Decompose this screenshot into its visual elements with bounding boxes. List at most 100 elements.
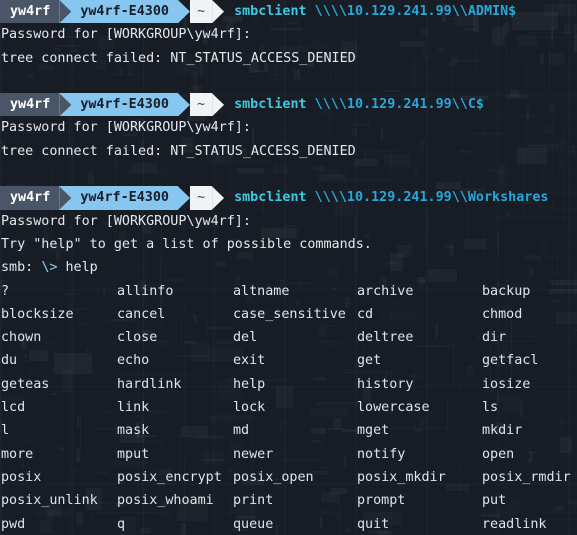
help-command-echo: echo — [117, 353, 150, 369]
help-command-history: history — [357, 376, 414, 392]
help-command-mget: mget — [357, 423, 390, 439]
prompt-separator-3 — [212, 0, 225, 24]
shell-prompt-line: yw4rf yw4rf-E4300 ~ smbclient \\\\10.129.24… — [0, 186, 577, 210]
help-command-pwd: pwd — [1, 516, 26, 532]
help-command-du: du — [1, 353, 18, 369]
help-command-del: del — [233, 330, 258, 346]
terminal-screen[interactable]: yw4rf yw4rf-E4300 ~ smbclient \\\\10.129.24… — [0, 0, 577, 535]
prompt-separator-3 — [212, 93, 225, 117]
prompt-user-segment: yw4rf — [0, 0, 60, 24]
help-command-row: ? allinfo altname archive backup — [0, 280, 577, 303]
terminal-window[interactable]: yw4rf yw4rf-E4300 ~ smbclient \\\\10.129.24… — [0, 0, 577, 535]
help-command-quit: quit — [357, 516, 390, 532]
help-command-print: print — [233, 493, 274, 509]
help-command-dir: dir — [482, 330, 507, 346]
prompt-user-segment: yw4rf — [0, 93, 60, 117]
help-command-: ? — [1, 283, 10, 299]
help-command-cd: cd — [357, 306, 374, 322]
help-command-md: md — [233, 423, 250, 439]
command-name: smbclient — [234, 97, 307, 113]
help-command-posix_mkdir: posix_mkdir — [357, 469, 446, 485]
help-command-getfacl: getfacl — [482, 353, 539, 369]
help-command-deltree: deltree — [357, 330, 414, 346]
shell-command-2: smbclient \\\\10.129.241.99\\Workshares — [224, 186, 548, 209]
smb-typed-command: help — [57, 260, 98, 276]
help-command-posix_unlink: posix_unlink — [1, 493, 98, 509]
help-command-posix_encrypt: posix_encrypt — [117, 469, 222, 485]
prompt-separator-3 — [212, 186, 225, 210]
shell-prompt-line: yw4rf yw4rf-E4300 ~ smbclient \\\\10.129.24… — [0, 93, 577, 117]
help-command-row: more mput newer notify open — [0, 443, 577, 466]
prompt-separator-1 — [59, 186, 72, 210]
help-command-q: q — [117, 516, 126, 532]
help-command-lcd: lcd — [1, 400, 26, 416]
help-command-newer: newer — [233, 446, 274, 462]
terminal-output-line: tree connect failed: NT_STATUS_ACCESS_DE… — [1, 143, 356, 159]
help-command-mask: mask — [117, 423, 150, 439]
help-command-row: du echo exit get getfacl — [0, 349, 577, 372]
help-command-cancel: cancel — [117, 306, 166, 322]
prompt-separator-2 — [178, 186, 190, 210]
help-command-archive: archive — [357, 283, 414, 299]
prompt-path-segment: ~ — [190, 186, 213, 210]
help-command-row: posix_unlink posix_whoami print prompt put — [0, 489, 577, 512]
help-command-queue: queue — [233, 516, 274, 532]
help-command-lowercase: lowercase — [357, 400, 430, 416]
help-command-row: chown close del deltree dir — [0, 326, 577, 349]
help-command-l: l — [1, 423, 10, 439]
help-command-link: link — [117, 400, 150, 416]
terminal-output-line: Try "help" to get a list of possible com… — [1, 236, 372, 252]
help-command-help: help — [233, 376, 266, 392]
help-command-more: more — [1, 446, 34, 462]
help-command-posix_whoami: posix_whoami — [117, 493, 214, 509]
help-command-iosize: iosize — [482, 376, 531, 392]
smb-prompt-help: smb: \> help — [0, 256, 577, 279]
prompt-host-segment: yw4rf-E4300 — [71, 186, 178, 210]
prompt-separator-2 — [178, 0, 190, 24]
terminal-output-line: Password for [WORKGROUP\yw4rf]: — [1, 213, 251, 229]
help-command-case_sensitive: case_sensitive — [233, 306, 346, 322]
shell-command-0: smbclient \\\\10.129.241.99\\ADMIN$ — [224, 0, 516, 23]
help-command-mkdir: mkdir — [482, 423, 523, 439]
command-args: \\\\10.129.241.99\\ADMIN$ — [306, 4, 517, 19]
smb-prompt-prefix: smb: — [1, 260, 42, 276]
help-command-notify: notify — [357, 446, 406, 462]
terminal-output-line: Password for [WORKGROUP\yw4rf]: — [1, 120, 251, 136]
help-command-open: open — [482, 446, 515, 462]
terminal-output-line: Password for [WORKGROUP\yw4rf]: — [1, 27, 251, 43]
prompt-host-segment: yw4rf-E4300 — [71, 0, 178, 24]
help-command-exit: exit — [233, 353, 266, 369]
command-name: smbclient — [234, 190, 307, 206]
command-name: smbclient — [234, 4, 307, 19]
help-command-row: lcd link lock lowercase ls — [0, 396, 577, 419]
command-args: \\\\10.129.241.99\\Workshares — [306, 190, 549, 206]
help-command-prompt: prompt — [357, 493, 406, 509]
help-command-row: l mask md mget mkdir — [0, 419, 577, 442]
help-command-close: close — [117, 330, 158, 346]
help-command-posix_open: posix_open — [233, 469, 314, 485]
shell-command-1: smbclient \\\\10.129.241.99\\C$ — [224, 93, 484, 116]
smb-prompt-chevron: \> — [41, 260, 58, 276]
help-command-posix_rmdir: posix_rmdir — [482, 469, 571, 485]
help-command-row: posix posix_encrypt posix_open posix_mkdir p… — [0, 466, 577, 489]
help-command-row: blocksize cancel case_sensitive cd chmod — [0, 303, 577, 326]
help-command-put: put — [482, 493, 507, 509]
help-command-backup: backup — [482, 283, 531, 299]
help-command-mput: mput — [117, 446, 150, 462]
prompt-host-segment: yw4rf-E4300 — [71, 93, 178, 117]
prompt-separator-1 — [59, 0, 72, 24]
help-command-lock: lock — [233, 400, 266, 416]
help-command-posix: posix — [1, 469, 42, 485]
help-command-get: get — [357, 353, 382, 369]
help-command-ls: ls — [482, 400, 499, 416]
shell-prompt-line: yw4rf yw4rf-E4300 ~ smbclient \\\\10.129.24… — [0, 0, 577, 24]
help-command-chmod: chmod — [482, 306, 523, 322]
help-command-hardlink: hardlink — [117, 376, 182, 392]
prompt-separator-2 — [178, 93, 190, 117]
prompt-path-segment: ~ — [190, 93, 213, 117]
help-command-geteas: geteas — [1, 376, 50, 392]
help-command-row: pwd q queue quit readlink — [0, 513, 577, 535]
prompt-user-segment: yw4rf — [0, 186, 60, 210]
